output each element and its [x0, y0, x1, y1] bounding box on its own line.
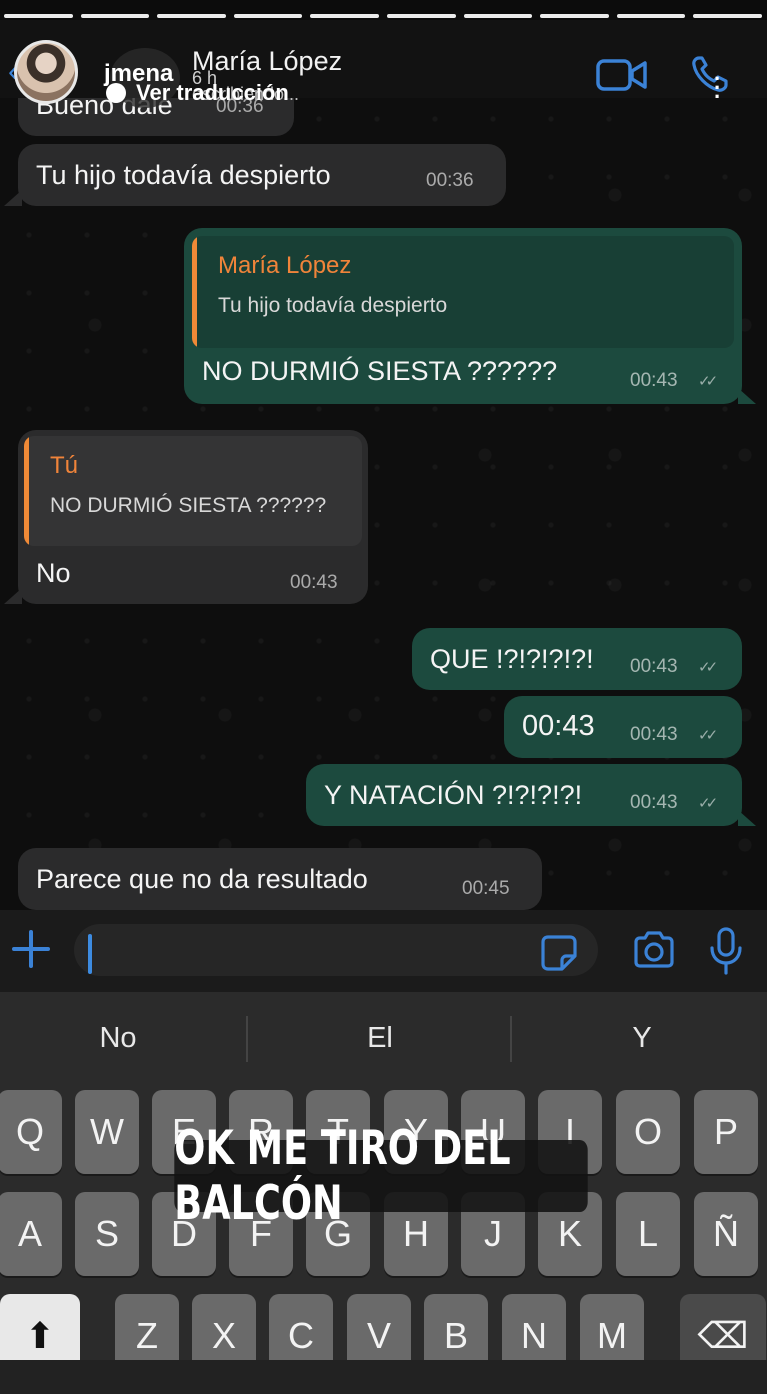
message-text: Tu hijo todavía despierto [36, 160, 331, 190]
message-time: 00:43 [630, 656, 678, 677]
message-time: 00:43 [630, 792, 678, 813]
message-text: QUE !?!?!?!?! [430, 644, 594, 674]
message-input-bar [0, 910, 767, 992]
read-ticks-icon: ✓✓ [698, 659, 718, 676]
story-progress-segment [4, 14, 73, 18]
suggestion-item[interactable]: No [0, 1022, 246, 1055]
story-progress-segment [693, 14, 762, 18]
camera-icon[interactable] [632, 930, 676, 970]
see-translation-button[interactable]: Ver traducción [106, 80, 289, 106]
story-screen: Bueno dale 00:36 Tu hijo todavía despier… [0, 0, 767, 1394]
chat-area[interactable]: Bueno dale 00:36 Tu hijo todavía despier… [0, 80, 767, 910]
text-cursor [88, 934, 92, 974]
story-progress-segment [233, 14, 303, 18]
quote-accent-bar [192, 236, 197, 348]
bubble-tail [4, 190, 22, 206]
key-o[interactable]: O [616, 1090, 680, 1174]
message-bubble-outgoing[interactable]: Y NATACIÓN ?!?!?!?! 00:43 ✓✓ [306, 764, 742, 826]
see-translation-label: Ver traducción [136, 80, 289, 105]
message-bubble-outgoing[interactable]: María López Tu hijo todavía despierto NO… [184, 228, 742, 404]
message-time: 00:43 [630, 724, 678, 745]
story-progress-segment [540, 14, 609, 18]
quoted-sender: María López [218, 252, 352, 279]
plus-icon[interactable] [10, 928, 52, 970]
story-progress-segment [80, 14, 150, 18]
message-time: 00:45 [462, 878, 510, 899]
key-w[interactable]: W [75, 1090, 139, 1174]
key-n-tilde[interactable]: Ñ [694, 1192, 758, 1276]
microphone-icon[interactable] [708, 926, 744, 976]
key-q[interactable]: Q [0, 1090, 62, 1174]
bubble-tail [4, 588, 22, 604]
story-user-avatar[interactable] [14, 40, 78, 104]
bubble-tail [738, 388, 756, 404]
suggestion-divider [246, 1016, 248, 1062]
more-options-icon[interactable]: · · · [714, 68, 721, 108]
message-time: 00:36 [426, 170, 474, 191]
video-camera-icon[interactable] [596, 58, 648, 92]
key-s[interactable]: S [75, 1192, 139, 1276]
message-text: NO DURMIÓ SIESTA ?????? [202, 356, 558, 386]
story-progress-bars [4, 14, 762, 19]
key-p[interactable]: P [694, 1090, 758, 1174]
quoted-text: Tu hijo todavía despierto [218, 294, 448, 317]
story-progress-segment [463, 14, 533, 18]
story-progress-segment [386, 14, 456, 18]
sticker-icon[interactable] [540, 934, 578, 972]
message-bubble-incoming[interactable]: Tu hijo todavía despierto 00:36 [18, 144, 506, 206]
story-progress-segment [157, 14, 226, 18]
phone-icon[interactable] [690, 54, 730, 94]
quoted-text: NO DURMIÓ SIESTA ?????? [50, 494, 327, 517]
message-bubble-incoming[interactable]: Parece que no da resultado 00:45 [18, 848, 542, 910]
message-text: Y NATACIÓN ?!?!?!?! [324, 780, 583, 810]
message-text: 00:43 [522, 710, 595, 742]
keyboard-suggestions: No El Y [0, 992, 767, 1086]
message-bubble-incoming[interactable]: Tú NO DURMIÓ SIESTA ?????? No 00:43 [18, 430, 368, 604]
suggestion-divider [510, 1016, 512, 1062]
message-time: 00:43 [290, 572, 338, 593]
key-l[interactable]: L [616, 1192, 680, 1276]
translate-dot-icon [106, 83, 126, 103]
suggestion-item[interactable]: El [252, 1022, 508, 1055]
quote-accent-bar [24, 436, 29, 546]
message-text: No [36, 558, 71, 588]
quoted-sender: Tú [50, 452, 79, 479]
suggestion-item[interactable]: Y [514, 1022, 767, 1055]
story-caption: OK ME TIRO DEL BALCÓN [174, 1121, 588, 1231]
quoted-message[interactable]: María López Tu hijo todavía despierto [192, 236, 734, 348]
quoted-message[interactable]: Tú NO DURMIÓ SIESTA ?????? [24, 436, 362, 546]
story-progress-segment [616, 14, 686, 18]
read-ticks-icon: ✓✓ [698, 727, 718, 744]
read-ticks-icon: ✓✓ [698, 795, 718, 812]
message-time: 00:43 [630, 370, 678, 391]
keyboard-bottom-strip [0, 1360, 767, 1394]
message-bubble-outgoing[interactable]: 00:43 00:43 ✓✓ [504, 696, 742, 758]
key-a[interactable]: A [0, 1192, 62, 1276]
read-ticks-icon: ✓✓ [698, 373, 718, 390]
message-bubble-outgoing[interactable]: QUE !?!?!?!?! 00:43 ✓✓ [412, 628, 742, 690]
bubble-tail [738, 810, 756, 826]
message-text: Parece que no da resultado [36, 864, 368, 894]
message-input[interactable] [74, 924, 598, 976]
story-progress-segment [310, 14, 379, 18]
